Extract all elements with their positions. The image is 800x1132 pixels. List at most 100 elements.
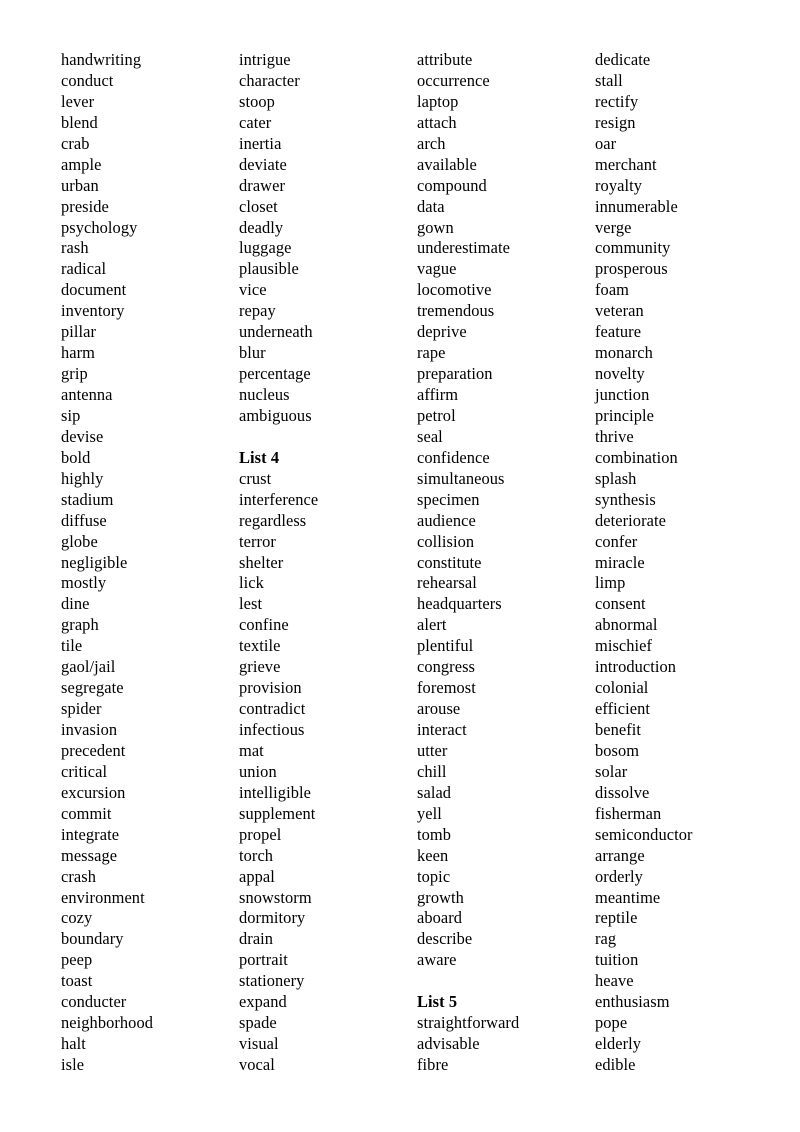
column-2: intrigue character stoop cater inertia deviat… bbox=[239, 50, 417, 1076]
word-item: principle bbox=[595, 405, 654, 425]
word-item: boundary bbox=[61, 929, 124, 949]
word-item: toast bbox=[61, 971, 93, 991]
word-item: halt bbox=[61, 1034, 86, 1054]
word-item: stadium bbox=[61, 489, 114, 509]
document-page: handwriting conduct lever blend crab ample urb… bbox=[0, 0, 800, 1132]
word-item: innumerable bbox=[595, 196, 678, 216]
word-item: shelter bbox=[239, 552, 284, 572]
word-item: fibre bbox=[417, 1055, 449, 1074]
word-item: mat bbox=[239, 740, 264, 760]
word-item: textile bbox=[239, 636, 281, 656]
word-item: handwriting bbox=[61, 50, 142, 69]
word-item: mischief bbox=[595, 636, 653, 656]
word-item: deteriorate bbox=[595, 510, 666, 530]
word-item: conducter bbox=[61, 992, 127, 1012]
word-item: isle bbox=[61, 1055, 85, 1074]
word-item: affirm bbox=[417, 385, 459, 404]
word-item: introduction bbox=[595, 657, 677, 677]
word-item: combination bbox=[595, 447, 678, 467]
word-item: headquarters bbox=[417, 594, 502, 614]
word-item: tuition bbox=[595, 950, 639, 970]
word-item: novelty bbox=[595, 364, 645, 384]
word-item: reptile bbox=[595, 908, 638, 928]
word-item: pillar bbox=[61, 322, 97, 342]
word-item: cater bbox=[239, 112, 272, 132]
word-item: solar bbox=[595, 761, 628, 781]
word-item: rectify bbox=[595, 91, 639, 111]
word-item: elderly bbox=[595, 1034, 642, 1054]
word-item: vice bbox=[239, 280, 267, 300]
word-item: integrate bbox=[61, 824, 120, 844]
word-item: junction bbox=[595, 385, 650, 404]
word-item: bosom bbox=[595, 740, 640, 760]
word-item: aboard bbox=[417, 908, 463, 928]
word-item: expand bbox=[239, 992, 287, 1012]
word-item: visual bbox=[239, 1034, 279, 1054]
word-item: confer bbox=[595, 531, 638, 551]
word-item: provision bbox=[239, 678, 302, 698]
word-item: enthusiasm bbox=[595, 992, 670, 1012]
word-item: devise bbox=[61, 426, 104, 446]
word-item: foam bbox=[595, 280, 629, 300]
word-item: spade bbox=[239, 1013, 277, 1033]
word-item: graph bbox=[61, 615, 99, 635]
word-item: arouse bbox=[417, 699, 461, 719]
word-item: growth bbox=[417, 887, 464, 907]
word-item: tremendous bbox=[417, 301, 495, 321]
word-item: portrait bbox=[239, 950, 288, 970]
list-heading: List 4 bbox=[239, 447, 280, 467]
word-item: gaol/jail bbox=[61, 657, 116, 677]
word-item: monarch bbox=[595, 343, 653, 363]
word-item: underneath bbox=[239, 322, 313, 342]
word-item: meantime bbox=[595, 887, 661, 907]
word-item: segregate bbox=[61, 678, 124, 698]
word-item: resign bbox=[595, 112, 636, 132]
word-item: limp bbox=[595, 573, 626, 593]
word-item: deprive bbox=[417, 322, 467, 342]
word-item: simultaneous bbox=[417, 468, 505, 488]
word-item: snowstorm bbox=[239, 887, 312, 907]
word-item: verge bbox=[595, 217, 632, 237]
word-item: available bbox=[417, 154, 477, 174]
word-item: aware bbox=[417, 950, 457, 970]
word-item: underestimate bbox=[417, 238, 510, 258]
word-item: negligible bbox=[61, 552, 128, 572]
word-item: terror bbox=[239, 531, 276, 551]
word-item: oar bbox=[595, 133, 617, 153]
word-item: audience bbox=[417, 510, 476, 530]
word-item: appal bbox=[239, 866, 275, 886]
word-item: nucleus bbox=[239, 385, 290, 404]
word-item: invasion bbox=[61, 720, 118, 739]
word-item: preside bbox=[61, 196, 109, 216]
word-item: diffuse bbox=[61, 510, 107, 530]
word-item: seal bbox=[417, 426, 443, 446]
word-item: ample bbox=[61, 154, 102, 174]
word-item: gown bbox=[417, 217, 454, 237]
word-item: torch bbox=[239, 845, 274, 865]
word-item: specimen bbox=[417, 489, 480, 509]
word-item: straightforward bbox=[417, 1013, 520, 1033]
word-item: alert bbox=[417, 615, 447, 635]
word-item: rehearsal bbox=[417, 573, 477, 593]
word-item: describe bbox=[417, 929, 473, 949]
word-item: plausible bbox=[239, 259, 299, 279]
word-item: tomb bbox=[417, 824, 452, 844]
word-item: crust bbox=[239, 468, 272, 488]
word-item: attribute bbox=[417, 50, 473, 69]
word-item: blur bbox=[239, 343, 266, 363]
word-item: document bbox=[61, 280, 127, 300]
word-item: tile bbox=[61, 636, 83, 656]
word-item: lever bbox=[61, 91, 95, 111]
word-item: rape bbox=[417, 343, 446, 363]
word-item: urban bbox=[61, 175, 99, 195]
word-item: keen bbox=[417, 845, 449, 865]
word-item: thrive bbox=[595, 426, 634, 446]
word-item: compound bbox=[417, 175, 487, 195]
word-item: repay bbox=[239, 301, 276, 321]
word-item: chill bbox=[417, 761, 447, 781]
word-item: advisable bbox=[417, 1034, 480, 1054]
word-item: psychology bbox=[61, 217, 138, 237]
word-item: message bbox=[61, 845, 118, 865]
word-item: rash bbox=[61, 238, 89, 258]
column-1: handwriting conduct lever blend crab ample urb… bbox=[61, 50, 239, 1076]
